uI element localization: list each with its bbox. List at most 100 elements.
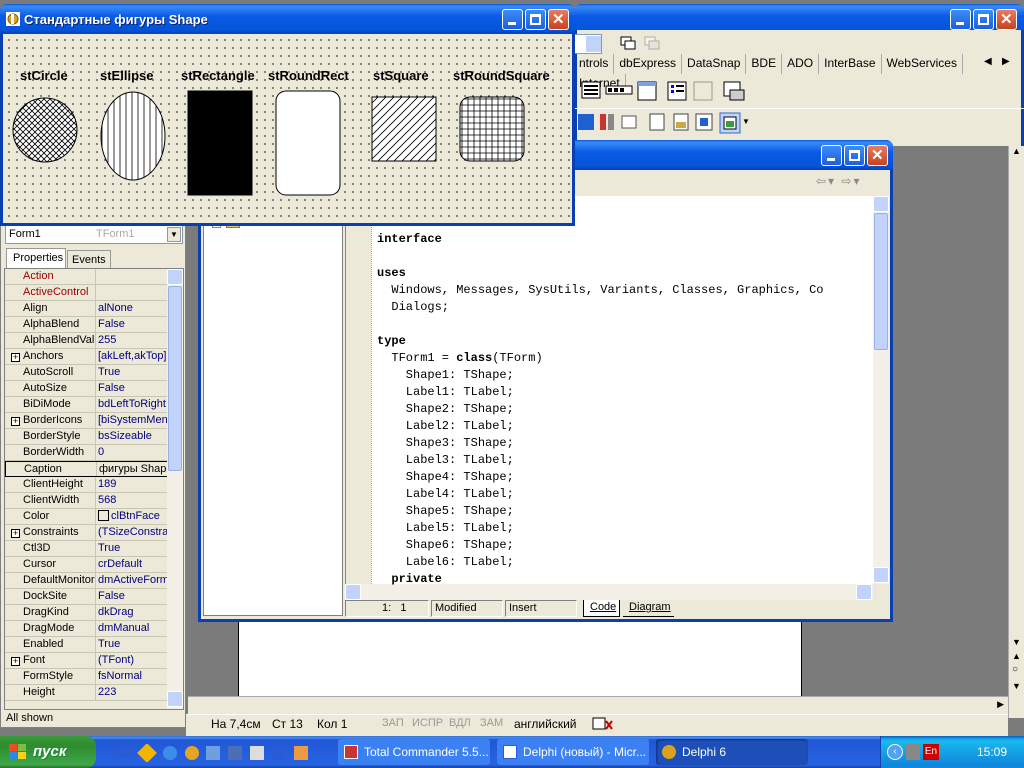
expand-icon[interactable]: + <box>11 353 20 362</box>
property-value[interactable]: dmManual <box>98 622 171 634</box>
property-row[interactable]: DockSite False <box>5 589 171 605</box>
scroll-up-icon[interactable] <box>167 269 183 285</box>
property-value[interactable]: True <box>98 638 171 650</box>
property-row[interactable]: + Font (TFont) <box>5 653 171 669</box>
close-button[interactable]: ✕ <box>996 9 1017 30</box>
shape-label-square[interactable]: stSquare <box>373 68 429 83</box>
property-value[interactable]: fsNormal <box>98 670 171 682</box>
show-hidden-icons-icon[interactable]: ‹ <box>887 744 903 760</box>
object-selector[interactable]: Form1 TForm1 ▼ <box>5 225 183 244</box>
property-value[interactable]: alNone <box>98 302 171 314</box>
property-row[interactable]: Ctl3D True <box>5 541 171 557</box>
property-row[interactable]: AlphaBlendValu 255 <box>5 333 171 349</box>
code-line[interactable] <box>377 316 871 333</box>
maximize-button[interactable] <box>973 9 994 30</box>
source-code[interactable]: interface uses Windows, Messages, SysUtil… <box>377 231 871 588</box>
code-line[interactable]: Label2: TLabel; <box>377 418 871 435</box>
scroll-right-icon[interactable]: ▶ <box>997 699 1004 710</box>
property-row[interactable]: AlphaBlend False <box>5 317 171 333</box>
start-button[interactable]: пуск <box>0 736 96 768</box>
property-row[interactable]: Height 223 <box>5 685 171 701</box>
property-value[interactable]: фигуры Shape <box>99 463 172 475</box>
property-row[interactable]: Action <box>5 269 171 285</box>
property-value[interactable]: True <box>98 542 171 554</box>
maximize-button[interactable] <box>844 145 865 166</box>
task-delphi[interactable]: Delphi 6 <box>656 739 808 765</box>
palette-scroll-left-icon[interactable]: ◀ <box>984 56 992 67</box>
property-value[interactable]: bdLeftToRight <box>98 398 171 410</box>
task-word[interactable]: Delphi (новый) - Micr... <box>497 739 649 765</box>
scroll-up-icon[interactable] <box>873 196 889 212</box>
property-value[interactable]: bsSizeable <box>98 430 171 442</box>
scroll-thumb[interactable] <box>168 286 182 471</box>
property-row[interactable]: DefaultMonitor dmActiveForm <box>5 573 171 589</box>
property-row[interactable]: Color clBtnFace <box>5 509 171 525</box>
next-page-icon[interactable]: ▼ <box>1012 681 1021 691</box>
status-ovr[interactable]: ЗАМ <box>480 717 503 729</box>
code-line[interactable]: type <box>377 333 871 350</box>
inspector-scrollbar[interactable] <box>167 269 183 709</box>
property-value[interactable]: 189 <box>98 478 171 490</box>
editor-vscrollbar[interactable] <box>873 196 889 584</box>
property-value[interactable]: False <box>98 318 171 330</box>
code-line[interactable]: private <box>377 571 871 588</box>
minimize-button[interactable] <box>821 145 842 166</box>
main-vertical-scrollbar[interactable]: ▲ ▼ ▲ ○ ▼ <box>1008 146 1024 718</box>
code-line[interactable]: Shape3: TShape; <box>377 435 871 452</box>
property-value[interactable]: False <box>98 382 171 394</box>
tab-properties[interactable]: Properties <box>6 248 66 268</box>
scroll-down-icon[interactable] <box>873 567 889 583</box>
scroll-left-icon[interactable] <box>345 584 361 600</box>
scroll-down-icon[interactable] <box>167 691 183 707</box>
form1-client[interactable]: stCircle stEllipse stRectangle stRoundRe… <box>3 34 572 223</box>
shape-label-circle[interactable]: stCircle <box>20 68 68 83</box>
close-button[interactable]: ✕ <box>867 145 888 166</box>
code-line[interactable]: Windows, Messages, SysUtils, Variants, C… <box>377 282 871 299</box>
expand-icon[interactable]: + <box>11 657 20 666</box>
code-line[interactable]: Shape6: TShape; <box>377 537 871 554</box>
property-value[interactable]: True <box>98 366 171 378</box>
status-trk[interactable]: ИСПР <box>412 717 443 729</box>
minimize-button[interactable] <box>950 9 971 30</box>
property-row[interactable]: DragKind dkDrag <box>5 605 171 621</box>
tab-diagram[interactable]: Diagram <box>623 600 674 617</box>
property-value[interactable]: dmActiveForm <box>98 574 171 586</box>
palette-tab[interactable]: InterBase <box>819 54 882 74</box>
code-line[interactable]: Shape4: TShape; <box>377 469 871 486</box>
property-value[interactable]: [akLeft,akTop] <box>98 350 171 362</box>
property-row[interactable]: AutoScroll True <box>5 365 171 381</box>
shape-ellipse[interactable] <box>99 90 167 184</box>
property-value[interactable]: (TFont) <box>98 654 171 666</box>
minimize-button[interactable] <box>502 9 523 30</box>
shape-rectangle[interactable] <box>187 90 255 198</box>
palette-tab[interactable]: ntrols <box>574 54 615 74</box>
property-row[interactable]: Align alNone <box>5 301 171 317</box>
tray-app-icon[interactable] <box>906 744 920 760</box>
tab-code[interactable]: Code <box>583 600 621 617</box>
property-value[interactable]: clBtnFace <box>98 510 171 522</box>
task-total-commander[interactable]: Total Commander 5.5... <box>338 739 490 765</box>
property-value[interactable]: 255 <box>98 334 171 346</box>
property-row[interactable]: ClientHeight 189 <box>5 477 171 493</box>
property-row[interactable]: Caption фигуры Shape <box>5 461 172 477</box>
scroll-down-icon[interactable]: ▼ <box>1012 637 1021 647</box>
prev-page-icon[interactable]: ▲ <box>1012 651 1021 661</box>
property-row[interactable]: + BorderIcons [biSystemMenu <box>5 413 171 429</box>
shape-label-roundsquare[interactable]: stRoundSquare <box>453 68 550 83</box>
code-line[interactable]: interface <box>377 231 871 248</box>
property-row[interactable]: FormStyle fsNormal <box>5 669 171 685</box>
property-row[interactable]: Enabled True <box>5 637 171 653</box>
code-line[interactable]: Label1: TLabel; <box>377 384 871 401</box>
code-line[interactable] <box>377 248 871 265</box>
property-row[interactable]: BorderStyle bsSizeable <box>5 429 171 445</box>
property-row[interactable]: ClientWidth 568 <box>5 493 171 509</box>
shape-roundrect[interactable] <box>275 90 343 198</box>
property-value[interactable]: [biSystemMenu <box>98 414 171 426</box>
expand-icon[interactable]: + <box>11 529 20 538</box>
spelling-status-icon[interactable] <box>592 716 614 732</box>
code-line[interactable]: uses <box>377 265 871 282</box>
property-value[interactable]: 0 <box>98 446 171 458</box>
palette-tab[interactable]: BDE <box>746 54 783 74</box>
clock[interactable]: 15:09 <box>977 745 1007 759</box>
chevron-down-icon[interactable]: ▼ <box>742 117 750 126</box>
